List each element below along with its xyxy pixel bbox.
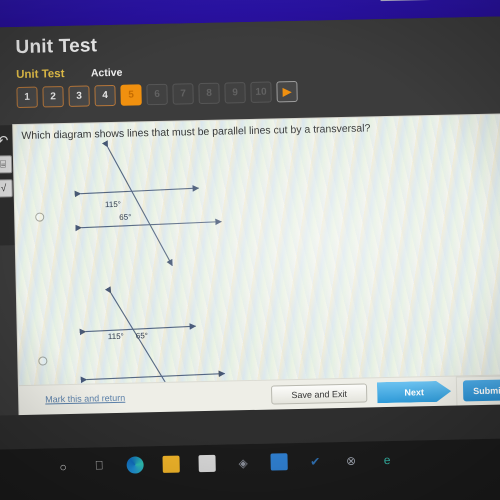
game-launcher-icon[interactable]: ◈: [234, 454, 251, 471]
line-upper: [74, 185, 200, 198]
question-nav-2[interactable]: 2: [42, 86, 64, 108]
choice-b-radio[interactable]: [38, 356, 48, 366]
choice-a-radio[interactable]: [35, 212, 45, 222]
submit-button[interactable]: Submit: [462, 378, 500, 402]
internet-explorer-icon[interactable]: e: [378, 451, 395, 468]
angle-label-upper: 115°: [105, 200, 121, 209]
steam-icon[interactable]: ✔: [306, 452, 323, 469]
formula-tool-icon[interactable]: √: [0, 179, 13, 198]
question-panel: Which diagram shows lines that must be p…: [13, 114, 500, 416]
question-nav-5[interactable]: 5: [120, 84, 142, 106]
cortana-icon[interactable]: ○: [54, 458, 71, 475]
calculator-tool-icon[interactable]: ⌸: [0, 155, 13, 174]
angle-label-right: 65°: [136, 331, 148, 340]
monitor-screen: Unit Test Unit Test Active 1 2 3 4 5 6 7 8 9 10 ▶ …: [0, 0, 500, 500]
question-nav-9: 9: [224, 82, 246, 104]
xbox-icon[interactable]: ⊗: [342, 452, 359, 469]
question-nav-4[interactable]: 4: [94, 84, 116, 107]
app-header: Unit Test Unit Test Active 1 2 3 4 5 6 7 8 9 10 ▶: [0, 16, 500, 126]
pointer-tool-icon[interactable]: ↶: [0, 131, 12, 149]
question-number-nav[interactable]: 1 2 3 4 5 6 7 8 9 10 ▶: [16, 80, 298, 109]
mail-icon[interactable]: [270, 453, 288, 471]
banner-highlight: [380, 0, 500, 2]
status-badge: Active: [90, 66, 123, 80]
microsoft-store-icon[interactable]: [198, 454, 216, 473]
tab-unit-test[interactable]: Unit Test: [16, 68, 65, 81]
question-nav-6: 6: [146, 83, 168, 106]
taskbar-icon-row[interactable]: ○ ⎕ ◈ ✔ ⊗ e: [54, 451, 395, 475]
edge-browser-icon[interactable]: [126, 456, 144, 474]
tab-bar: Unit Test Active: [16, 63, 123, 83]
question-nav-8: 8: [198, 82, 220, 105]
question-nav-next-arrow-icon[interactable]: ▶: [276, 80, 298, 103]
screen-photograph: Unit Test Unit Test Active 1 2 3 4 5 6 7 8 9 10 ▶ …: [0, 0, 500, 500]
mark-and-return-link[interactable]: Mark this and return: [45, 393, 125, 405]
choice-a-diagram[interactable]: 115° 65°: [59, 132, 242, 276]
next-button[interactable]: Next: [377, 381, 451, 404]
question-nav-7: 7: [172, 83, 194, 105]
windows-taskbar[interactable]: ○ ⎕ ◈ ✔ ⊗ e: [0, 438, 500, 500]
page-title: Unit Test: [15, 35, 98, 59]
question-nav-3[interactable]: 3: [68, 85, 90, 107]
angle-label-lower: 65°: [119, 213, 131, 222]
question-nav-1[interactable]: 1: [16, 86, 38, 109]
task-view-icon[interactable]: ⎕: [90, 457, 107, 474]
save-and-exit-button[interactable]: Save and Exit: [270, 383, 368, 405]
angle-label-left: 115°: [108, 332, 124, 341]
question-nav-10: 10: [250, 81, 272, 103]
line-lower: [80, 370, 226, 384]
file-explorer-icon[interactable]: [162, 455, 180, 473]
